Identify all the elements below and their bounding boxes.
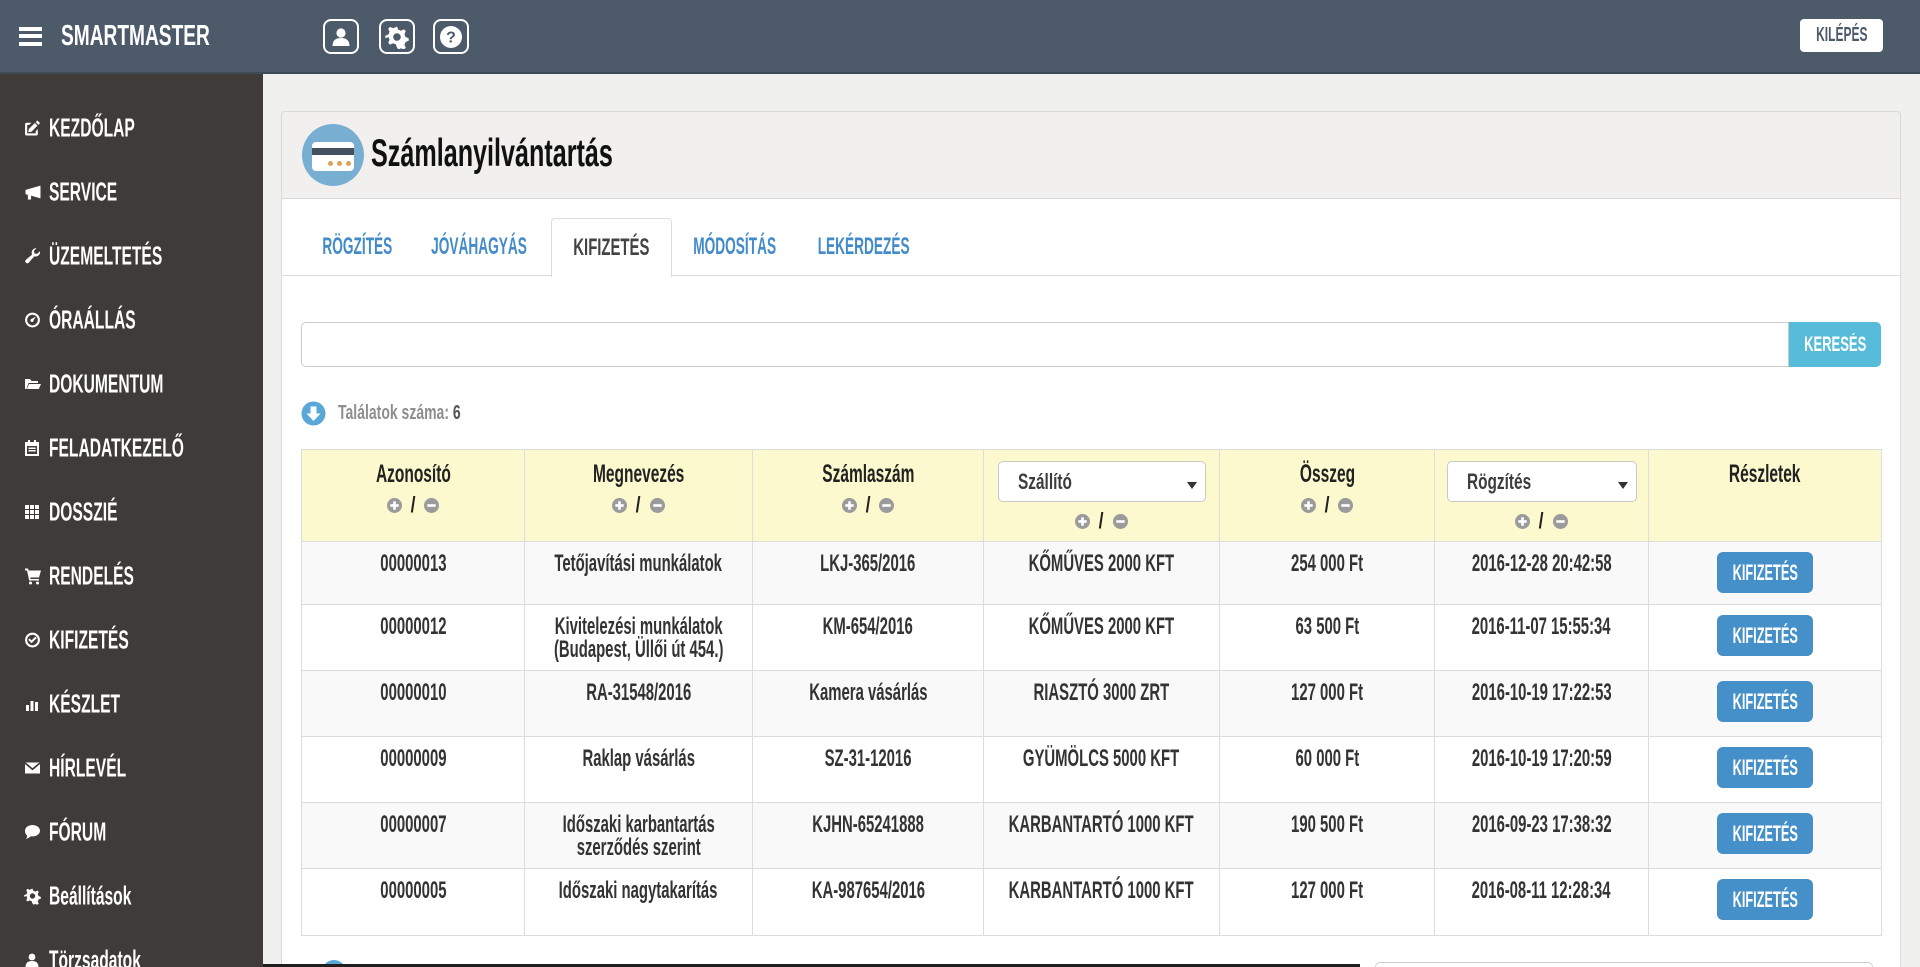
svg-text:?: ?	[446, 29, 456, 46]
